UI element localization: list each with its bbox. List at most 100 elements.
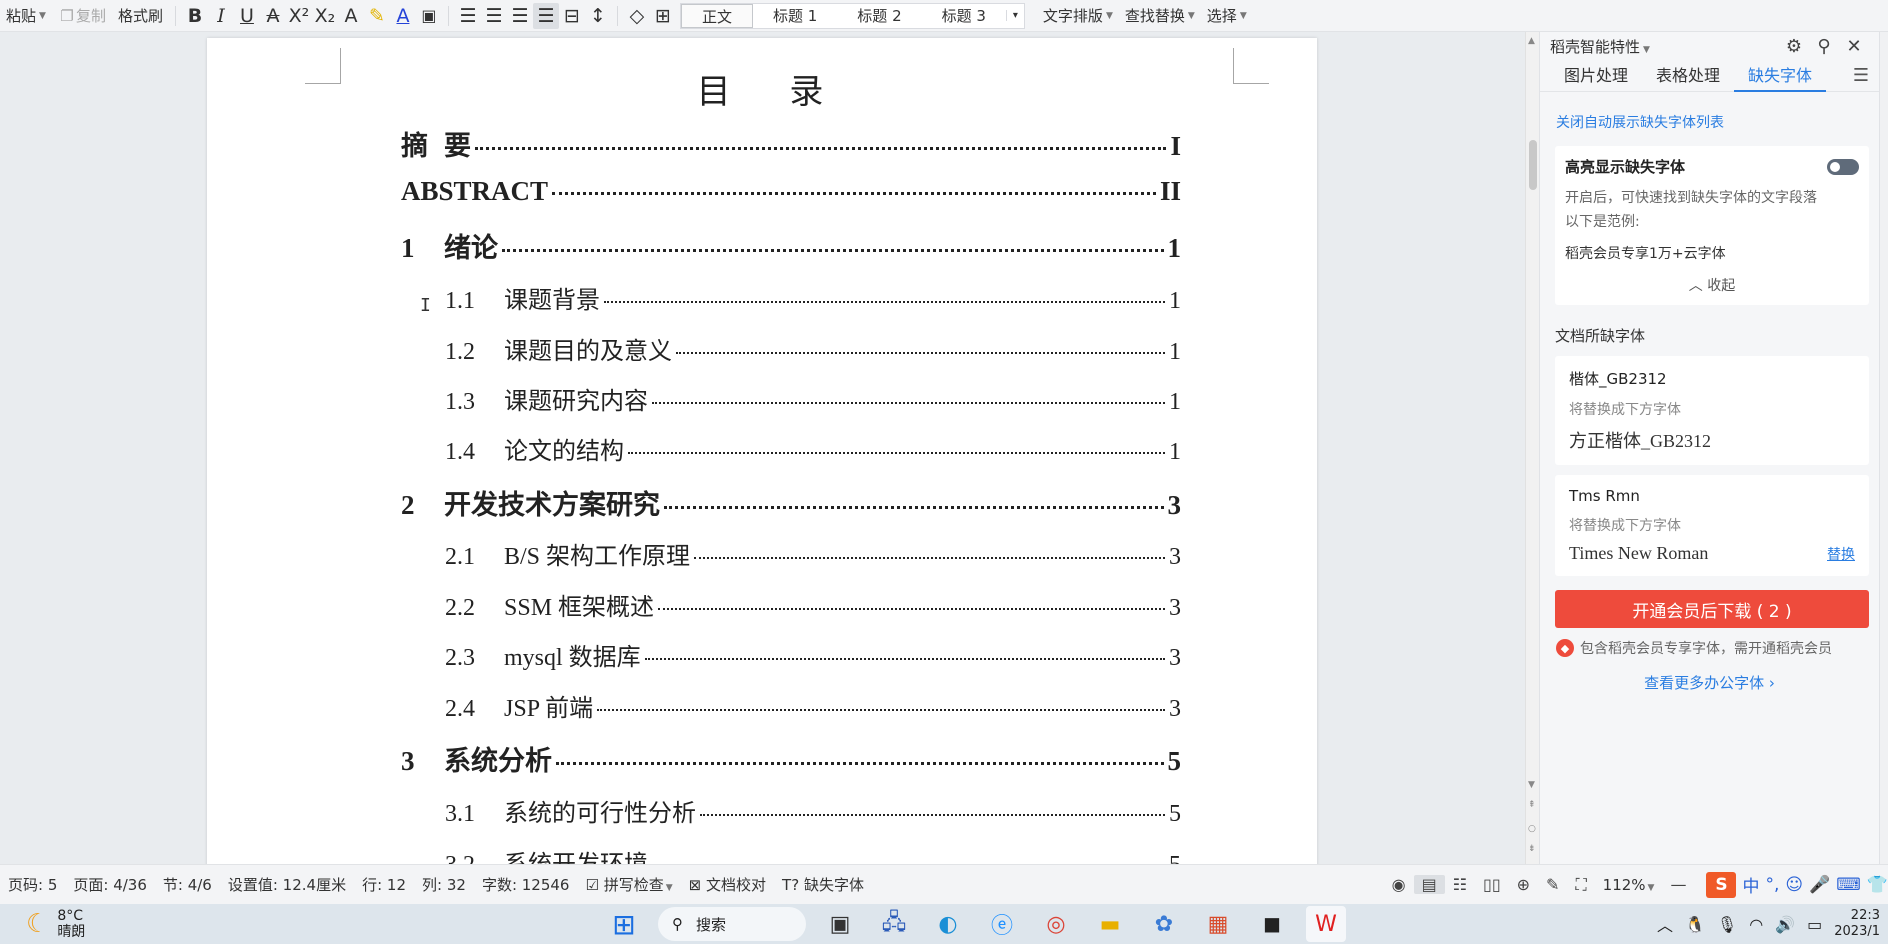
app-icon[interactable]: ✿ xyxy=(1144,906,1184,942)
border-icon[interactable]: ⊞ xyxy=(650,3,676,29)
align-right-icon[interactable]: ☰ xyxy=(507,3,533,29)
fit-page-icon[interactable]: ⛶ xyxy=(1567,875,1594,895)
zoom-level[interactable]: 112% ▼ xyxy=(1595,876,1663,894)
edge-icon[interactable]: ◐ xyxy=(928,906,968,942)
format-painter-button[interactable]: 格式刷 xyxy=(112,0,169,32)
copy-button[interactable]: ❐ 复制 xyxy=(52,0,112,32)
style-heading-1[interactable]: 标题 1 xyxy=(753,4,837,28)
toc-entry[interactable]: 1.1 课题背景 1 xyxy=(401,280,1181,320)
toc-entry[interactable]: 1.3 课题研究内容 1 xyxy=(401,381,1181,421)
eye-icon[interactable]: ◉ xyxy=(1384,875,1414,894)
toc-entry[interactable]: 3 系统分析 5 xyxy=(401,739,1181,779)
toc-entry[interactable]: 1.2 课题目的及意义 1 xyxy=(401,331,1181,371)
reading-view-icon[interactable]: ▯▯ xyxy=(1475,875,1509,894)
toc-entry[interactable]: 2 开发技术方案研究 3 xyxy=(401,483,1181,523)
toc-entry[interactable]: 3.1 系统的可行性分析 5 xyxy=(401,793,1181,833)
justify-icon[interactable]: ☰ xyxy=(532,2,559,29)
wps-icon[interactable]: W xyxy=(1306,906,1346,942)
scroll-up-icon[interactable]: ▲ xyxy=(1528,36,1535,46)
chevron-up-icon[interactable]: ︿ xyxy=(1657,912,1673,936)
start-icon[interactable]: ⊞ xyxy=(604,906,644,942)
tab-image-processing[interactable]: 图片处理 xyxy=(1550,60,1642,92)
network-app-icon[interactable]: 🖧 xyxy=(874,906,914,942)
toc-entry[interactable]: 2.2 SSM 框架概述 3 xyxy=(401,587,1181,627)
tab-missing-fonts[interactable]: 缺失字体 xyxy=(1734,60,1827,92)
text-layout-button[interactable]: 文字排版 ▼ xyxy=(1037,0,1119,32)
highlight-toggle[interactable] xyxy=(1827,158,1859,175)
superscript-icon[interactable]: X² xyxy=(286,3,312,29)
text-effect-icon[interactable]: A xyxy=(338,3,364,29)
status-setting[interactable]: 设置值: 12.4厘米 xyxy=(220,874,354,895)
presentation-icon[interactable]: ▦ xyxy=(1198,906,1238,942)
panel-title[interactable]: 稻壳智能特性 ▼ xyxy=(1550,36,1779,57)
qq-icon[interactable]: 🐧 xyxy=(1685,915,1705,934)
page-view-icon[interactable]: ▤ xyxy=(1413,875,1445,894)
status-section[interactable]: 节: 4/6 xyxy=(155,874,220,895)
toc-entry[interactable]: 1.4 论文的结构 1 xyxy=(401,431,1181,471)
toc-entry[interactable]: 3.2系统开发环境 5 xyxy=(401,844,1181,864)
clock[interactable]: 22:3 2023/1 xyxy=(1834,908,1880,940)
italic-icon[interactable]: I xyxy=(208,3,234,29)
task-view-icon[interactable]: ▣ xyxy=(820,906,860,942)
next-page-icon[interactable]: ⇟ xyxy=(1528,844,1536,854)
ie-icon[interactable]: ⓔ xyxy=(982,906,1022,942)
style-normal[interactable]: 正文 xyxy=(680,3,753,28)
status-page[interactable]: 页面: 4/36 xyxy=(65,874,155,895)
tab-table-processing[interactable]: 表格处理 xyxy=(1642,60,1734,92)
replace-link[interactable]: 替换 xyxy=(1827,544,1855,564)
scrollbar-thumb[interactable] xyxy=(1529,140,1537,190)
menu-icon[interactable]: ☰ xyxy=(1853,65,1869,86)
scroll-down-icon[interactable]: ▼ xyxy=(1528,780,1535,790)
missing-font-button[interactable]: T? 缺失字体 xyxy=(774,874,872,895)
find-replace-button[interactable]: 查找替换 ▼ xyxy=(1119,0,1201,32)
style-more-icon[interactable]: ▾ xyxy=(1005,10,1024,21)
toc-entry[interactable]: 2.1 B/S 架构工作原理 3 xyxy=(401,536,1181,576)
close-icon[interactable]: ✕ xyxy=(1839,36,1869,57)
zoom-out-icon[interactable]: — xyxy=(1662,875,1694,894)
highlight-icon[interactable]: ✎ xyxy=(364,3,390,29)
wifi-icon[interactable]: ◠ xyxy=(1749,915,1763,934)
battery-icon[interactable]: ▭ xyxy=(1807,915,1822,934)
style-heading-2[interactable]: 标题 2 xyxy=(837,4,921,28)
prev-page-icon[interactable]: ⇞ xyxy=(1528,800,1536,810)
mic-icon[interactable]: 🎙 xyxy=(1717,915,1737,934)
document-area[interactable]: 目 录 摘要 I ABSTRACT II 1 绪论 1 1.1 课题背景 1 1.2 课题目的… xyxy=(0,32,1525,864)
pin-icon[interactable]: ⚲ xyxy=(1809,36,1839,57)
select-browse-icon[interactable]: ○ xyxy=(1528,824,1536,834)
line-spacing-icon[interactable]: ↕ xyxy=(585,3,611,29)
select-button[interactable]: 选择 ▼ xyxy=(1201,0,1253,32)
status-page-code[interactable]: 页码: 5 xyxy=(0,874,65,895)
distribute-icon[interactable]: ⊟ xyxy=(559,3,585,29)
align-left-icon[interactable]: ☰ xyxy=(455,3,481,29)
toc-entry[interactable]: ABSTRACT II xyxy=(401,176,1181,216)
jetbrains-icon[interactable]: ◼ xyxy=(1252,906,1292,942)
pen-icon[interactable]: ✎ xyxy=(1538,875,1567,894)
style-heading-3[interactable]: 标题 3 xyxy=(922,4,1006,28)
collapse-button[interactable]: ︿ 收起 xyxy=(1565,275,1859,295)
underline-icon[interactable]: U xyxy=(234,3,260,29)
ime-toolbar[interactable]: S 中 °, ☺ 🎤 ⌨ 👕 xyxy=(1706,871,1888,898)
status-word-count[interactable]: 字数: 12546 xyxy=(474,874,578,895)
bold-icon[interactable]: B xyxy=(182,3,208,29)
paste-button[interactable]: 粘贴 ▼ xyxy=(0,0,52,32)
toc-entry[interactable]: 摘要 I xyxy=(401,124,1181,164)
toc-entry[interactable]: 1 绪论 1 xyxy=(401,226,1181,266)
more-fonts-link[interactable]: 查看更多办公字体 › xyxy=(1540,672,1879,693)
chrome-icon[interactable]: ◎ xyxy=(1036,906,1076,942)
align-center-icon[interactable]: ☰ xyxy=(481,3,507,29)
shading-icon[interactable]: ◇ xyxy=(624,3,650,29)
vertical-scrollbar[interactable]: ▲ ▼ ⇞ ○ ⇟ xyxy=(1525,32,1539,864)
taskbar-search[interactable]: ⚲ 搜索 xyxy=(658,907,806,941)
toc-entry[interactable]: 2.3 mysql 数据库 3 xyxy=(401,637,1181,677)
download-with-membership-button[interactable]: 开通会员后下载 ( 2 ) xyxy=(1555,590,1869,628)
status-row[interactable]: 行: 12 xyxy=(354,874,414,895)
spell-check-button[interactable]: ☑ 拼写检查 ▼ xyxy=(577,874,680,895)
subscript-icon[interactable]: X₂ xyxy=(312,3,338,29)
file-explorer-icon[interactable]: ▬ xyxy=(1090,906,1130,942)
document-page[interactable]: 目 录 摘要 I ABSTRACT II 1 绪论 1 1.1 课题背景 1 1.2 课题目的… xyxy=(207,38,1317,864)
font-color-icon[interactable]: A xyxy=(390,3,416,29)
toc-entry[interactable]: 2.4 JSP 前端 3 xyxy=(401,688,1181,728)
char-border-icon[interactable]: ▣ xyxy=(416,3,442,29)
outline-view-icon[interactable]: ☷ xyxy=(1445,875,1475,894)
web-view-icon[interactable]: ⊕ xyxy=(1509,875,1538,894)
